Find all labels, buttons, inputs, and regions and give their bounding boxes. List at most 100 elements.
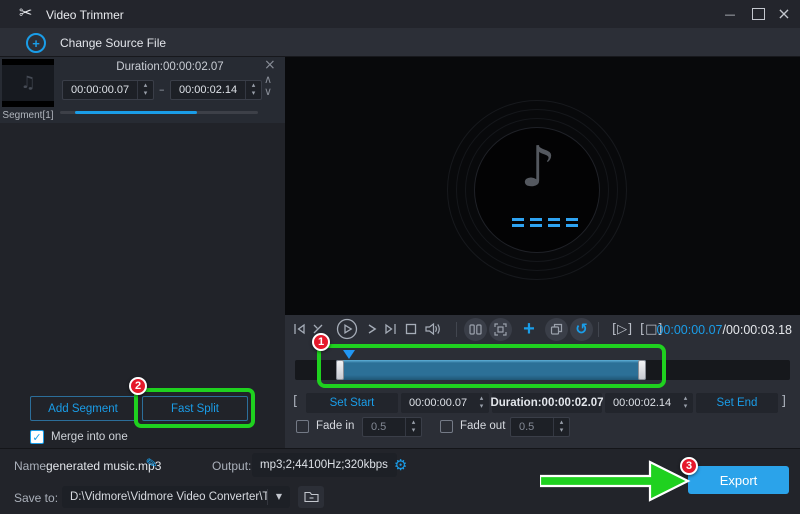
segment-start-arrows[interactable]: ▴ ▾ [137,81,153,99]
trim-end-arrows[interactable]: ▴ ▾ [678,393,693,413]
spin-down-icon[interactable]: ▾ [252,90,256,98]
toolbar-separator-2 [598,322,599,337]
segment-move-down-icon[interactable]: ∨ [264,86,272,97]
split-button[interactable] [464,318,487,341]
music-note-thumb-icon: ♫ [20,75,35,92]
change-source-label: Change Source File [60,36,166,50]
segment-end-value: 00:00:02.14 [171,84,245,96]
trim-duration-label: Duration:00:00:02.07 [490,397,603,409]
reset-button[interactable]: ↺ [570,318,593,341]
spin-up-icon[interactable]: ▴ [480,395,484,403]
maximize-icon [752,8,765,20]
spin-up-icon[interactable]: ▴ [144,82,148,90]
fade-out-arrows[interactable]: ▴ ▾ [553,418,569,436]
set-start-button[interactable]: Set Start [306,393,398,413]
trim-end-spinner[interactable]: 00:00:02.14 ▴ ▾ [605,393,693,413]
export-label: Export [720,473,758,488]
video-trimmer-window: ✂ Video Trimmer — × + Change Source File… [0,0,800,514]
set-end-button[interactable]: Set End [696,393,778,413]
merge-checkbox[interactable]: ✓ [30,430,44,444]
segment-mini-track-fill [75,111,197,114]
spin-up-icon[interactable]: ▴ [684,395,688,403]
current-time: 00:00:00.07 [656,323,722,337]
trim-start-arrows[interactable]: ▴ ▾ [474,393,489,413]
fade-out-spinner[interactable]: 0.5 ▴ ▾ [510,417,570,437]
trim-start-spinner[interactable]: 00:00:00.07 ▴ ▾ [401,393,489,413]
spin-down-icon[interactable]: ▾ [684,403,688,411]
segment-move-up-icon[interactable]: ∧ [264,74,272,85]
spin-down-icon[interactable]: ▾ [480,403,484,411]
minimize-button[interactable]: — [720,4,740,24]
next-frame-icon [364,321,380,337]
next-frame-button[interactable] [364,321,380,337]
spin-down-icon[interactable]: ▾ [560,427,564,435]
eq-bar [530,218,542,230]
set-start-label: Set Start [330,397,375,409]
set-end-label: Set End [717,397,758,409]
output-format-box[interactable]: mp3;2;44100Hz;320kbps ⚙ [252,453,397,477]
fade-in-checkbox[interactable] [296,420,309,433]
annotation-box-fast-split [134,388,255,428]
save-to-label: Save to: [14,491,58,505]
step-3-number: 3 [686,460,692,472]
add-segment-button[interactable]: Add Segment [30,396,136,421]
rename-icon[interactable]: ✎ [145,456,159,472]
fade-out-value: 0.5 [511,421,553,433]
name-label: Name: [14,459,49,473]
eq-bar [548,218,560,230]
spin-up-icon[interactable]: ▴ [252,82,256,90]
play-icon [336,318,358,340]
plus-glyph: + [32,37,40,50]
stop-button[interactable] [403,321,419,337]
save-path-dropdown-icon[interactable]: ▼ [268,493,290,501]
browse-folder-button[interactable] [298,486,324,508]
save-path-box[interactable]: D:\Vidmore\Vidmore Video Converter\Trimm… [62,486,290,508]
close-icon: × [777,6,790,22]
export-button[interactable]: Export [688,466,789,494]
close-button[interactable]: × [774,4,794,24]
fade-in-arrows[interactable]: ▴ ▾ [405,418,421,436]
change-source-button[interactable]: + Change Source File [26,33,166,53]
toolbar-separator [456,322,457,337]
merge-label: Merge into one [51,431,128,443]
segment-start-spinner[interactable]: 00:00:00.07 ▴ ▾ [62,80,154,100]
fade-in-spinner[interactable]: 0.5 ▴ ▾ [362,417,422,437]
step-1-number: 1 [318,336,324,348]
segment-duration: Duration:00:00:02.07 [80,61,260,73]
annotation-box-timeline [317,344,666,388]
fade-out-label: Fade out [460,420,505,432]
range-dash: – [159,84,165,95]
snapshot-icon [494,323,507,336]
fade-out-checkbox[interactable] [440,420,453,433]
stop-icon [403,321,419,337]
jump-start-icon [292,321,308,337]
segment-label: Segment[1] [0,110,56,121]
check-icon: ✓ [32,431,41,444]
segment-remove-icon[interactable]: × [264,58,276,72]
segment-end-spinner[interactable]: 00:00:02.14 ▴ ▾ [170,80,262,100]
play-button[interactable] [336,318,358,340]
volume-button[interactable] [424,321,442,337]
spin-down-icon[interactable]: ▾ [412,427,416,435]
add-segment-toolbar-button[interactable]: + [518,317,540,341]
trim-start-value: 00:00:00.07 [401,397,474,409]
save-path-value: D:\Vidmore\Vidmore Video Converter\Trimm… [62,491,267,503]
spin-down-icon[interactable]: ▾ [144,90,148,98]
output-format-value: mp3;2;44100Hz;320kbps [252,459,388,471]
annotation-step-2: 2 [129,377,147,395]
snapshot-button[interactable] [489,318,512,341]
annotation-step-1: 1 [312,333,330,351]
output-settings-icon[interactable]: ⚙ [388,458,413,473]
reset-icon: ↺ [575,322,588,337]
jump-start-button[interactable] [292,321,308,337]
segment-end-arrows[interactable]: ▴ ▾ [245,81,261,99]
split-icon [469,324,482,335]
annotation-arrow [540,458,700,504]
add-source-icon: + [26,33,46,53]
maximize-button[interactable] [748,4,768,24]
spin-up-icon[interactable]: ▴ [560,419,564,427]
jump-end-button[interactable] [382,321,398,337]
copy-segment-button[interactable] [545,318,568,341]
spin-up-icon[interactable]: ▴ [412,419,416,427]
segment-thumbnail[interactable]: ♫ [2,59,54,107]
